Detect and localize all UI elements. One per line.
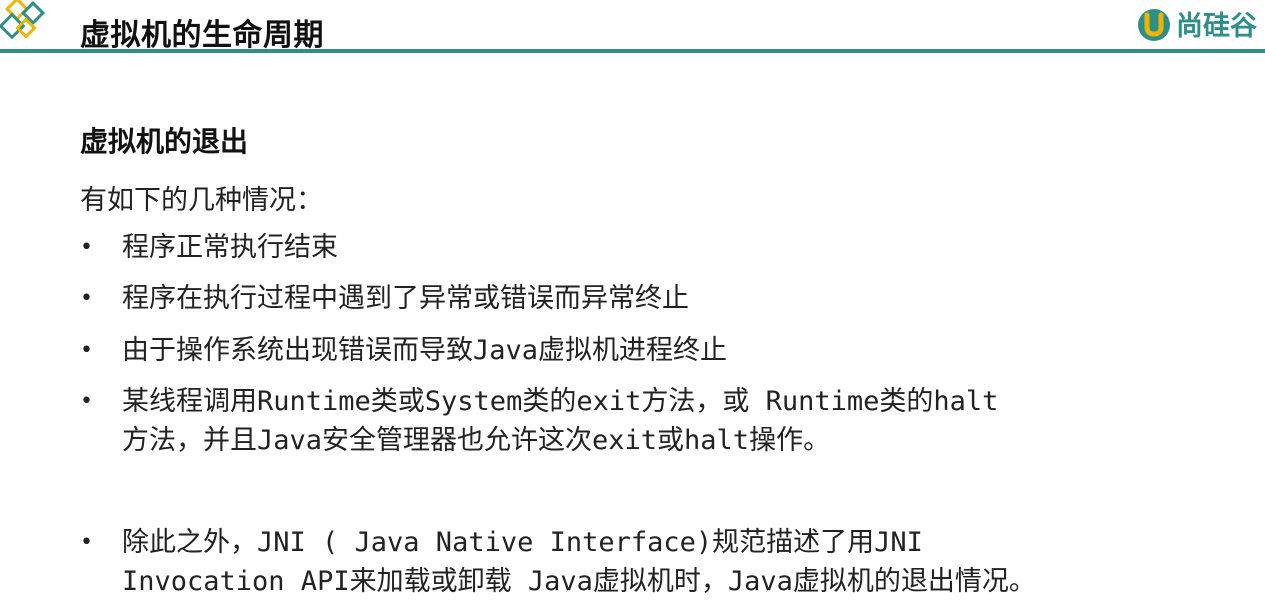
header-divider <box>0 49 1265 53</box>
diamond-decoration-icon <box>0 0 46 40</box>
list-item: • 某线程调用Runtime类或System类的exit方法，或 Runtime… <box>80 382 1240 460</box>
u-logo-icon <box>1138 8 1170 41</box>
list-item: • 程序正常执行结束 <box>80 228 1240 267</box>
page-title: 虚拟机的生命周期 <box>80 18 324 53</box>
list-item-text: 除此之外，JNI ( Java Native Interface)规范描述了用J… <box>122 527 1036 597</box>
bullet-dot-icon: • <box>80 338 93 363</box>
bullet-dot-icon: • <box>80 530 93 555</box>
bullet-dot-icon: • <box>80 389 93 414</box>
list-item: • 由于操作系统出现错误而导致Java虚拟机进程终止 <box>80 331 1240 370</box>
bullet-dot-icon: • <box>80 235 93 260</box>
list-item: • 程序在执行过程中遇到了异常或错误而异常终止 <box>80 279 1240 318</box>
section-title: 虚拟机的退出 <box>80 125 249 158</box>
slide: 虚拟机的生命周期 尚硅谷 虚拟机的退出 有如下的几种情况： • 程序正常执行结束… <box>0 0 1265 611</box>
brand-text: 尚硅谷 <box>1176 11 1257 42</box>
intro-text: 有如下的几种情况： <box>80 185 323 216</box>
header-bar: 虚拟机的生命周期 尚硅谷 <box>0 0 1265 53</box>
bullet-dot-icon: • <box>80 286 93 311</box>
brand-logo: 尚硅谷 <box>1136 4 1257 43</box>
list-item: • 除此之外，JNI ( Java Native Interface)规范描述了… <box>80 523 1240 601</box>
list-item-text: 程序在执行过程中遇到了异常或错误而异常终止 <box>122 283 689 314</box>
list-item-text: 由于操作系统出现错误而导致Java虚拟机进程终止 <box>122 335 728 366</box>
list-item-text: 程序正常执行结束 <box>122 232 338 263</box>
list-item-text: 某线程调用Runtime类或System类的exit方法，或 Runtime类的… <box>122 386 999 456</box>
